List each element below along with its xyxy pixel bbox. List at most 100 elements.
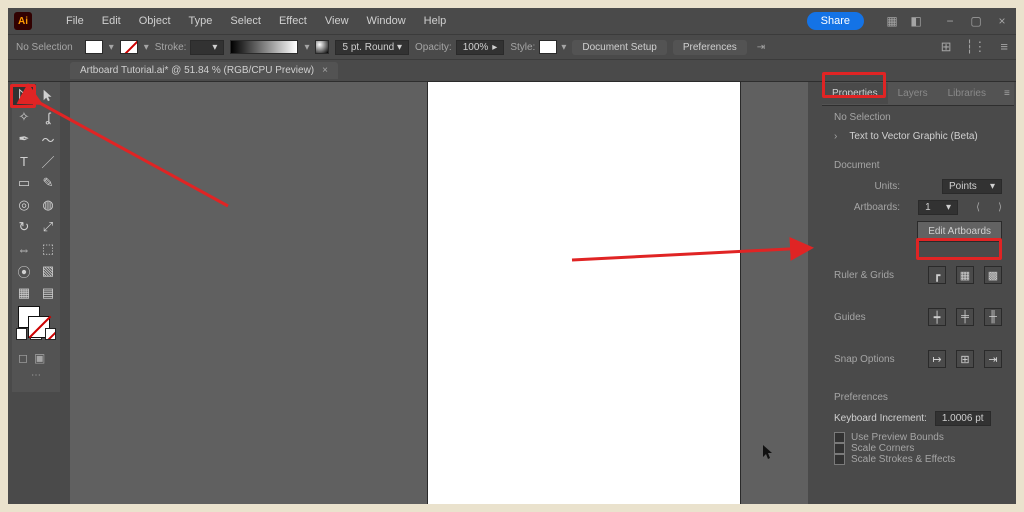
ruler-icon[interactable]: ┏ bbox=[928, 266, 946, 284]
type-tool[interactable]: T bbox=[12, 150, 36, 172]
brush-definition-select[interactable]: 5 pt. Round ▾ bbox=[335, 40, 409, 55]
menu-help[interactable]: Help bbox=[416, 11, 455, 31]
draw-mode-icon[interactable]: ◻ bbox=[18, 351, 28, 367]
menu-object[interactable]: Object bbox=[131, 11, 179, 31]
gradient-tool[interactable]: ▤ bbox=[36, 282, 60, 304]
text-to-vector-row[interactable]: › Text to Vector Graphic (Beta) bbox=[834, 131, 1002, 142]
brush-swatch-icon[interactable] bbox=[315, 40, 329, 54]
snap-grid-icon[interactable]: ⊞ bbox=[956, 350, 974, 368]
checkbox-icon bbox=[834, 443, 845, 454]
tools-panel: ✧ ʆ ✒ 〜 T ／ ▭ ✎ ◎ ◍ ↻ ⤢ ⇔ ⬚ ⦿ ▧ ▦ ▤ bbox=[12, 82, 60, 392]
window-minimize-icon[interactable]: − bbox=[942, 14, 958, 28]
curvature-tool[interactable]: 〜 bbox=[36, 128, 60, 150]
transparency-grid-icon[interactable]: ▩ bbox=[984, 266, 1002, 284]
menu-window[interactable]: Window bbox=[359, 11, 414, 31]
smart-guides-icon[interactable]: ╫ bbox=[984, 308, 1002, 326]
tab-libraries[interactable]: Libraries bbox=[938, 83, 996, 104]
preferences-section-title: Preferences bbox=[834, 392, 1002, 403]
align-icon[interactable]: ⇥ bbox=[757, 42, 765, 53]
scale-tool[interactable]: ⤢ bbox=[36, 216, 60, 238]
workspace-switcher-icon[interactable]: ◧ bbox=[908, 14, 924, 28]
fill-swatch[interactable] bbox=[85, 40, 103, 54]
document-section-title: Document bbox=[834, 160, 1002, 171]
guides-title: Guides bbox=[834, 312, 866, 323]
transform-icon[interactable]: ⊞ bbox=[941, 39, 952, 55]
artboard[interactable] bbox=[428, 82, 740, 504]
edit-toolbar-icon[interactable]: ⋯ bbox=[12, 370, 60, 388]
illustrator-logo-icon: Ai bbox=[14, 12, 32, 30]
menu-effect[interactable]: Effect bbox=[271, 11, 315, 31]
graphic-style-swatch[interactable] bbox=[539, 40, 557, 54]
lock-guides-icon[interactable]: ╪ bbox=[956, 308, 974, 326]
perspective-grid-tool[interactable]: ▧ bbox=[36, 260, 60, 282]
text-to-vector-label: Text to Vector Graphic (Beta) bbox=[849, 131, 977, 142]
mesh-tool[interactable]: ▦ bbox=[12, 282, 36, 304]
screen-mode-icon[interactable]: ▣ bbox=[34, 351, 45, 367]
variable-width-profile[interactable] bbox=[230, 40, 298, 54]
keyboard-increment-label: Keyboard Increment: bbox=[834, 413, 927, 424]
direct-selection-tool[interactable] bbox=[36, 84, 60, 106]
snap-options-title: Snap Options bbox=[834, 354, 895, 365]
home-icon[interactable] bbox=[36, 13, 48, 29]
pen-tool[interactable]: ✒ bbox=[12, 128, 36, 150]
scale-corners-checkbox[interactable]: Scale Corners bbox=[834, 443, 1002, 454]
stroke-weight-input[interactable]: ▾ bbox=[190, 40, 224, 55]
arrange-documents-icon[interactable]: ▦ bbox=[884, 14, 900, 28]
menu-type[interactable]: Type bbox=[181, 11, 221, 31]
menu-bar: Ai File Edit Object Type Select Effect V… bbox=[8, 8, 1016, 34]
units-select[interactable]: Points▾ bbox=[942, 179, 1002, 194]
panel-menu-icon[interactable]: ≡ bbox=[1000, 39, 1008, 55]
opacity-input[interactable]: 100%▸ bbox=[456, 40, 505, 55]
menu-select[interactable]: Select bbox=[222, 11, 269, 31]
selection-header: No Selection bbox=[834, 112, 1002, 123]
lasso-tool[interactable]: ʆ bbox=[36, 106, 60, 128]
line-segment-tool[interactable]: ／ bbox=[36, 150, 60, 172]
ruler-grids-title: Ruler & Grids bbox=[834, 270, 894, 281]
color-mode-none-icon[interactable] bbox=[45, 328, 56, 340]
scale-strokes-checkbox[interactable]: Scale Strokes & Effects bbox=[834, 454, 1002, 465]
use-preview-bounds-label: Use Preview Bounds bbox=[851, 432, 944, 443]
menu-view[interactable]: View bbox=[317, 11, 357, 31]
show-guides-icon[interactable]: ┿ bbox=[928, 308, 946, 326]
scale-corners-label: Scale Corners bbox=[851, 443, 914, 454]
next-artboard-icon[interactable]: ⟩ bbox=[998, 202, 1002, 213]
magic-wand-tool[interactable]: ✧ bbox=[12, 106, 36, 128]
selection-tool[interactable] bbox=[12, 84, 36, 106]
panel-menu-icon[interactable]: ≡ bbox=[996, 88, 1016, 99]
properties-panel: Properties Layers Libraries ≡ No Selecti… bbox=[822, 82, 1014, 504]
snap-point-icon[interactable]: ↦ bbox=[928, 350, 946, 368]
rectangle-tool[interactable]: ▭ bbox=[12, 172, 36, 194]
prev-artboard-icon[interactable]: ⟨ bbox=[976, 202, 980, 213]
window-close-icon[interactable]: × bbox=[994, 14, 1010, 28]
menu-file[interactable]: File bbox=[58, 11, 92, 31]
width-tool[interactable]: ⇔ bbox=[12, 238, 36, 260]
use-preview-bounds-checkbox[interactable]: Use Preview Bounds bbox=[834, 432, 1002, 443]
artboards-select[interactable]: 1▾ bbox=[918, 200, 958, 215]
chevron-right-icon: › bbox=[834, 131, 837, 142]
shape-builder-tool[interactable]: ⦿ bbox=[12, 260, 36, 282]
shaper-tool[interactable]: ◎ bbox=[12, 194, 36, 216]
document-tab[interactable]: Artboard Tutorial.ai* @ 51.84 % (RGB/CPU… bbox=[70, 62, 338, 79]
tab-layers[interactable]: Layers bbox=[888, 83, 938, 104]
keyboard-increment-input[interactable]: 1.0006 pt bbox=[935, 411, 991, 426]
selection-status-label: No Selection bbox=[16, 42, 73, 53]
share-button[interactable]: Share bbox=[807, 12, 864, 30]
grid-icon[interactable]: ▦ bbox=[956, 266, 974, 284]
document-setup-button[interactable]: Document Setup bbox=[572, 40, 667, 55]
control-bar: No Selection ▾ ▾ Stroke: ▾ ▾ 5 pt. Round… bbox=[8, 34, 1016, 60]
isolate-icon[interactable]: ┆⋮ bbox=[966, 39, 987, 55]
window-restore-icon[interactable]: ▢ bbox=[968, 14, 984, 28]
rotate-tool[interactable]: ↻ bbox=[12, 216, 36, 238]
snap-pixel-icon[interactable]: ⇥ bbox=[984, 350, 1002, 368]
preferences-button[interactable]: Preferences bbox=[673, 40, 747, 55]
document-tab-close-icon[interactable]: × bbox=[322, 65, 328, 76]
edit-artboards-button[interactable]: Edit Artboards bbox=[917, 221, 1002, 242]
eraser-tool[interactable]: ◍ bbox=[36, 194, 60, 216]
panel-dock-rail[interactable] bbox=[808, 82, 822, 504]
canvas-area[interactable] bbox=[70, 82, 818, 504]
menu-edit[interactable]: Edit bbox=[94, 11, 129, 31]
free-transform-tool[interactable]: ⬚ bbox=[36, 238, 60, 260]
paintbrush-tool[interactable]: ✎ bbox=[36, 172, 60, 194]
tab-properties[interactable]: Properties bbox=[822, 83, 888, 104]
stroke-swatch[interactable] bbox=[120, 40, 138, 54]
